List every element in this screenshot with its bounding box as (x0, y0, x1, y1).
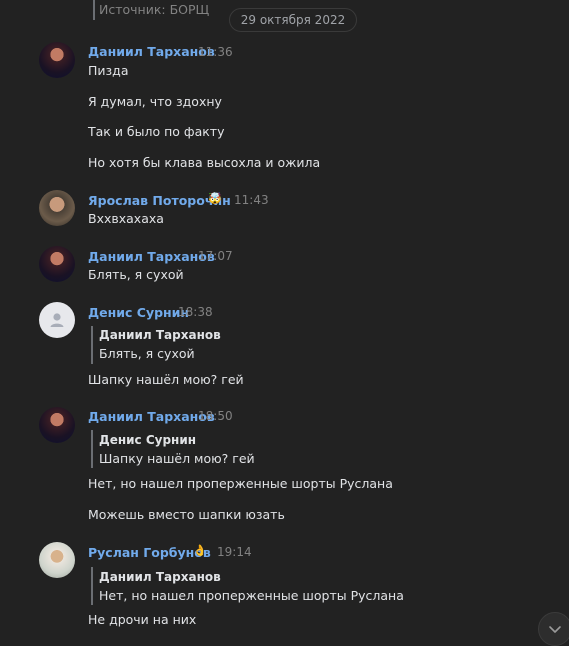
reply-text[interactable]: Шапку нашёл мою? гей (99, 451, 255, 466)
author-name[interactable]: Денис Сурнин (88, 305, 189, 320)
message-text: Можешь вместо шапки юзать (88, 507, 285, 522)
message-time[interactable]: 18:38 (178, 305, 213, 319)
author-name[interactable]: Даниил Тарханов (88, 249, 215, 264)
message-time[interactable]: 17:07 (198, 249, 233, 263)
reply-quote-bar (91, 326, 93, 364)
author-name[interactable]: Даниил Тарханов (88, 409, 215, 424)
avatar[interactable] (39, 42, 75, 78)
reply-author[interactable]: Даниил Тарханов (99, 328, 221, 342)
status-emoji: 👌 (193, 544, 207, 557)
user-icon (50, 313, 64, 327)
message-text: Пизда (88, 63, 129, 78)
chevron-down-icon (549, 626, 561, 633)
quote-bar (93, 0, 95, 20)
reply-quote-bar (91, 567, 93, 605)
message-text: Вхxвхахаха (88, 211, 164, 226)
reply-quote-bar (91, 430, 93, 468)
reply-author[interactable]: Даниил Тарханов (99, 570, 221, 584)
message-time[interactable]: 18:50 (198, 409, 233, 423)
status-emoji: 🤯 (208, 192, 222, 205)
avatar[interactable] (39, 302, 75, 338)
message-text: Не дрочи на них (88, 612, 197, 627)
avatar[interactable] (39, 246, 75, 282)
reply-text[interactable]: Блять, я сухой (99, 346, 195, 361)
author-name[interactable]: Даниил Тарханов (88, 44, 215, 59)
message-time[interactable]: 11:36 (198, 45, 233, 59)
message-time[interactable]: 11:43 (234, 193, 269, 207)
reply-text[interactable]: Нет, но нашел проперженные шорты Руслана (99, 588, 404, 603)
message-text: Так и было по факту (88, 124, 225, 139)
message-text: Нет, но нашел проперженные шорты Руслана (88, 476, 393, 491)
message-text: Но хотя бы клава высохла и ожила (88, 155, 321, 170)
top-area: Источник: БОРЩ 29 октября 2022 (0, 0, 569, 32)
message-text: Шапку нашёл мою? гей (88, 372, 244, 387)
source-text: Источник: БОРЩ (99, 2, 210, 17)
message-text: Блять, я сухой (88, 267, 184, 282)
reply-author[interactable]: Денис Сурнин (99, 433, 196, 447)
date-separator[interactable]: 29 октября 2022 (229, 8, 357, 32)
message-time[interactable]: 19:14 (217, 545, 252, 559)
avatar[interactable] (39, 542, 75, 578)
scroll-down-button[interactable] (538, 612, 569, 646)
avatar[interactable] (39, 407, 75, 443)
message-text: Я думал, что здохну (88, 94, 222, 109)
avatar[interactable] (39, 190, 75, 226)
